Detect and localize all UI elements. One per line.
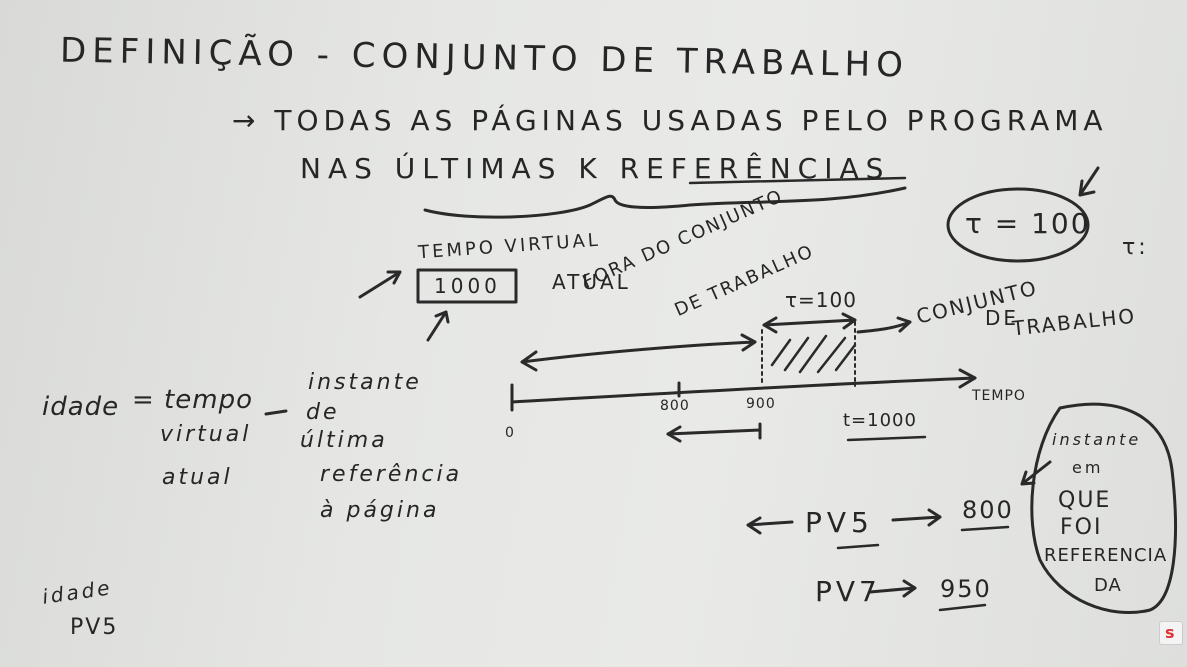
working-set-hatch	[770, 334, 857, 374]
tick-label-t: t=1000	[843, 410, 917, 431]
age-def-de: de	[306, 400, 340, 425]
pv5-value-underline	[960, 525, 1010, 532]
working-set-arrow	[856, 316, 912, 334]
tau-colon: τ:	[1122, 235, 1149, 260]
tau-window-arrow	[762, 312, 857, 334]
note-line-6: DA	[1094, 575, 1122, 596]
channel-logo-icon: s	[1159, 621, 1183, 645]
pv5-value: 800	[962, 496, 1014, 524]
timeline-axis	[510, 376, 977, 404]
definition-line-1: → TODAS AS PÁGINAS USADAS PELO PROGRAMA	[232, 104, 1108, 137]
tau-arrow	[1078, 166, 1100, 197]
axis-label: TEMPO	[972, 388, 1026, 404]
age-def-referencia: referência	[320, 462, 463, 487]
age-span-arrow	[666, 422, 762, 443]
pv7-label: PV7	[815, 575, 881, 608]
outside-set-arrow	[520, 333, 757, 372]
virtual-time-arrow-up	[426, 310, 450, 342]
note-line-4: FOI	[1060, 515, 1103, 540]
pv5-left-arrow	[746, 516, 794, 535]
age-def-atual: atual	[162, 465, 233, 490]
age-def-ultima: última	[300, 428, 388, 453]
virtual-time-value: 1000	[434, 274, 501, 298]
pv7-value-underline	[938, 603, 987, 612]
note-line-2: em	[1072, 458, 1104, 477]
age-def-pagina: à página	[320, 498, 440, 523]
t-underline	[846, 435, 927, 442]
tau-value: τ = 100	[965, 207, 1091, 240]
virtual-time-arrow-in	[358, 270, 402, 299]
whiteboard: DEFINIÇÃO - CONJUNTO DE TRABALHO → TODAS…	[0, 0, 1187, 667]
age-dash	[264, 409, 288, 416]
tau-window-label: τ=100	[785, 288, 857, 312]
pv7-value: 950	[940, 575, 992, 603]
definition-line-2: NAS ÚLTIMAS K REFERÊNCIAS	[300, 152, 891, 185]
note-line-1: instante	[1052, 430, 1142, 449]
pv5-right-arrow	[891, 508, 942, 527]
pv5-underline	[836, 543, 880, 550]
age-def-eq: = tempo	[132, 385, 253, 415]
tick-label-0: 0	[505, 425, 517, 441]
age-def-idade: idade	[42, 392, 120, 422]
age-def-instante: instante	[308, 370, 422, 395]
note-line-3: QUE	[1058, 488, 1112, 513]
brace-underline	[423, 186, 907, 219]
tick-label-800: 800	[660, 398, 690, 414]
bottom-left-pv5: PV5	[70, 615, 119, 640]
pv5-label: PV5	[805, 506, 874, 539]
tick-label-900: 900	[746, 396, 776, 412]
whiteboard-drawing	[264, 166, 1177, 615]
note-line-5: REFERENCIA	[1044, 545, 1168, 566]
age-def-virtual: virtual	[160, 422, 252, 447]
